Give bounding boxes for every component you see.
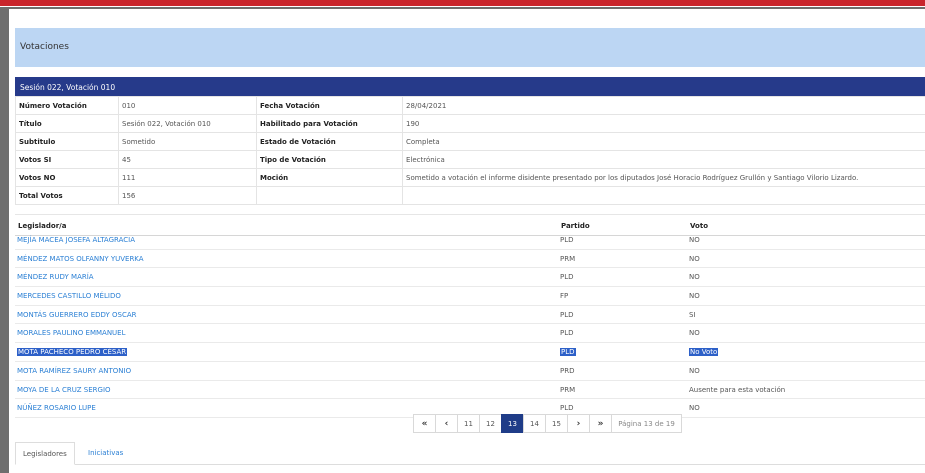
double-chevron-left-icon: « <box>421 418 428 429</box>
page-button-14[interactable]: 14 <box>523 414 546 433</box>
modal-header: Votaciones <box>15 28 925 67</box>
page-button-15[interactable]: 15 <box>545 414 568 433</box>
table-row: MÉNDEZ RUDY MARÍA PLD NO <box>15 268 925 288</box>
party-cell: PLD <box>560 236 574 244</box>
column-header-legislador: Legislador/a <box>18 222 67 230</box>
details-row: Votos NO 111 Moción Sometido a votación … <box>15 168 925 187</box>
legislator-link[interactable]: MOYA DE LA CRUZ SERGIO <box>17 386 111 394</box>
pagination: « ‹ 11 12 13 14 15 › » Página 13 de 19 <box>413 414 682 433</box>
party-cell: PLD <box>560 348 576 357</box>
session-header-bar: Sesión 022, Votación 010 <box>15 77 925 96</box>
vote-cell: NO <box>689 236 700 244</box>
votos-si-value: 45 <box>118 150 257 169</box>
party-cell: PLD <box>560 329 574 338</box>
page-button-11[interactable]: 11 <box>457 414 480 433</box>
legislator-link[interactable]: MEJÍA MACEA JOSEFA ALTAGRACIA <box>17 236 135 244</box>
bottom-tabs: Legisladores Iniciativas <box>15 442 925 465</box>
first-page-button[interactable]: « <box>413 414 436 433</box>
page-info: Página 13 de 19 <box>611 414 682 433</box>
legislators-table-body: MEJÍA MACEA JOSEFA ALTAGRACIA PLD NO MÉN… <box>15 231 925 418</box>
vote-cell: SI <box>689 310 696 319</box>
tipo-votacion-value: Electrónica <box>402 150 925 169</box>
legislator-link[interactable]: MÉNDEZ RUDY MARÍA <box>17 273 94 281</box>
vote-cell: NO <box>689 292 700 301</box>
votos-no-label: Votos NO <box>15 168 119 187</box>
tab-iniciativas[interactable]: Iniciativas <box>81 442 130 463</box>
party-cell: PLD <box>560 310 574 319</box>
table-row: MOYA DE LA CRUZ SERGIO PRM Ausente para … <box>15 381 925 400</box>
habilitado-label: Habilitado para Votación <box>256 114 403 133</box>
table-row: MOTA RAMÍREZ SAURY ANTONIO PRD NO <box>15 362 925 381</box>
mocion-value: Sometido a votación el informe disidente… <box>402 168 925 187</box>
vote-details-table: Número Votación 010 Fecha Votación 28/04… <box>15 96 925 205</box>
numero-votacion-value: 010 <box>118 96 257 115</box>
legislator-link[interactable]: MERCEDES CASTILLO MÉLIDO <box>17 292 121 300</box>
page-button-12[interactable]: 12 <box>479 414 502 433</box>
party-cell: PRM <box>560 254 576 263</box>
details-row: Número Votación 010 Fecha Votación 28/04… <box>15 96 925 115</box>
estado-label: Estado de Votación <box>256 132 403 151</box>
tab-legisladores[interactable]: Legisladores <box>15 442 75 465</box>
page-button-13-current[interactable]: 13 <box>501 414 524 433</box>
table-row: MERCEDES CASTILLO MÉLIDO FP NO <box>15 287 925 306</box>
habilitado-value: 190 <box>402 114 925 133</box>
fecha-votacion-value: 28/04/2021 <box>402 96 925 115</box>
details-row: Votos SI 45 Tipo de Votación Electrónica <box>15 150 925 169</box>
details-row: Título Sesión 022, Votación 010 Habilita… <box>15 114 925 133</box>
vote-cell: No Voto <box>689 348 719 357</box>
fecha-votacion-label: Fecha Votación <box>256 96 403 115</box>
titulo-value: Sesión 022, Votación 010 <box>118 114 257 133</box>
total-votos-value: 156 <box>118 186 257 205</box>
details-row: Subtitulo Sometido Estado de Votación Co… <box>15 132 925 151</box>
prev-page-button[interactable]: ‹ <box>435 414 458 433</box>
legislator-link[interactable]: MOTA PACHECO PEDRO CÉSAR <box>17 348 128 357</box>
subtitulo-value: Sometido <box>118 132 257 151</box>
tipo-votacion-label: Tipo de Votación <box>256 150 403 169</box>
mocion-label: Moción <box>256 168 403 187</box>
table-row: MÉNDEZ MATOS OLFANNY YUVERKA PRM NO <box>15 250 925 269</box>
legislator-link[interactable]: MÉNDEZ MATOS OLFANNY YUVERKA <box>17 255 144 263</box>
chevron-right-icon: › <box>576 418 581 429</box>
table-row: MONTÁS GUERRERO EDDY OSCAR PLD SI <box>15 306 925 325</box>
vote-cell: NO <box>689 254 700 263</box>
estado-value: Completa <box>402 132 925 151</box>
legislator-link[interactable]: NÚÑEZ ROSARIO LUPE <box>17 404 96 412</box>
double-chevron-right-icon: » <box>597 418 604 429</box>
chevron-left-icon: ‹ <box>444 418 449 429</box>
party-cell: PLD <box>560 273 574 282</box>
empty-cell <box>256 186 403 205</box>
legislator-link[interactable]: MORALES PAULINO EMMANUEL <box>17 329 126 337</box>
votos-si-label: Votos SI <box>15 150 119 169</box>
vote-cell: NO <box>689 329 700 338</box>
votaciones-modal: Votaciones Sesión 022, Votación 010 Núme… <box>9 9 925 473</box>
modal-title: Votaciones <box>20 42 69 52</box>
party-cell: FP <box>560 292 569 301</box>
details-row: Total Votos 156 <box>15 186 925 205</box>
column-header-voto: Voto <box>690 222 708 230</box>
legislator-link[interactable]: MOTA RAMÍREZ SAURY ANTONIO <box>17 367 131 375</box>
votos-no-value: 111 <box>118 168 257 187</box>
next-page-button[interactable]: › <box>567 414 590 433</box>
last-page-button[interactable]: » <box>589 414 612 433</box>
table-row: MORALES PAULINO EMMANUEL PLD NO <box>15 324 925 344</box>
party-cell: PRD <box>560 366 575 375</box>
total-votos-label: Total Votos <box>15 186 119 205</box>
vote-cell: NO <box>689 404 700 413</box>
party-cell: PLD <box>560 404 574 413</box>
empty-cell <box>402 186 925 205</box>
titulo-label: Título <box>15 114 119 133</box>
legislator-link[interactable]: MONTÁS GUERRERO EDDY OSCAR <box>17 311 137 319</box>
vote-cell: Ausente para esta votación <box>689 385 786 394</box>
column-header-partido: Partido <box>561 222 590 230</box>
table-row-selected: MOTA PACHECO PEDRO CÉSAR PLD No Voto <box>15 343 925 362</box>
subtitulo-label: Subtitulo <box>15 132 119 151</box>
session-title: Sesión 022, Votación 010 <box>20 83 116 92</box>
background-divider <box>0 6 925 7</box>
vote-cell: NO <box>689 366 700 375</box>
vote-cell: NO <box>689 273 700 282</box>
table-row: MEJÍA MACEA JOSEFA ALTAGRACIA PLD NO <box>15 231 925 250</box>
numero-votacion-label: Número Votación <box>15 96 119 115</box>
party-cell: PRM <box>560 385 576 394</box>
